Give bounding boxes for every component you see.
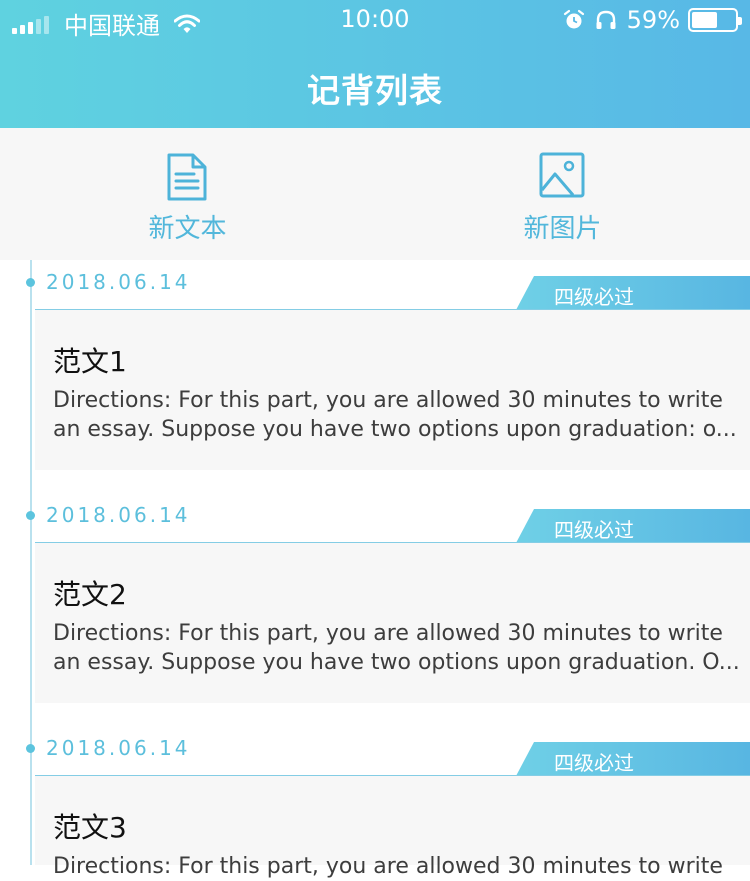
app-header: 中国联通 10:00 59% 记背列表 (0, 0, 750, 128)
essay-preview-line: Directions: For this part, you are allow… (53, 621, 723, 646)
headphones-icon (596, 10, 616, 29)
category-tag-label: 四级必过 (554, 751, 634, 775)
battery-icon (688, 8, 742, 32)
new-image-label: 新图片 (523, 214, 602, 244)
essay-card[interactable]: 范文2 Directions: For this part, you are a… (35, 543, 750, 703)
list-item[interactable]: 2018.06.14 四级必过 范文2 Directions: For this… (0, 493, 750, 703)
list-item[interactable]: 2018.06.14 四级必过 范文3 Directions: For this… (0, 726, 750, 879)
essay-card[interactable]: 范文3 Directions: For this part, you are a… (35, 776, 750, 879)
essay-title: 范文1 (53, 345, 127, 378)
entry-date: 2018.06.14 (46, 270, 191, 294)
essay-card[interactable]: 范文1 Directions: For this part, you are a… (35, 310, 750, 470)
battery-percent: 59% (626, 6, 680, 34)
essay-preview-line: an essay. Suppose you have two options u… (53, 650, 740, 675)
category-tag-label: 四级必过 (554, 518, 634, 542)
page-title: 记背列表 (307, 71, 443, 110)
essay-preview-line: Directions: For this part, you are allow… (53, 854, 723, 879)
timeline-dot (26, 278, 35, 287)
category-tag: 四级必过 (516, 742, 750, 776)
list-item[interactable]: 2018.06.14 四级必过 范文1 Directions: For this… (0, 260, 750, 470)
category-tag: 四级必过 (516, 509, 750, 543)
essay-preview-line: an essay. Suppose you have two options u… (53, 417, 737, 442)
essay-preview: Directions: For this part, you are allow… (53, 386, 743, 444)
status-bar: 中国联通 10:00 59% (0, 0, 750, 40)
essay-title: 范文2 (53, 578, 127, 611)
timeline-dot (26, 744, 35, 753)
action-bar: 新文本 新图片 (0, 128, 750, 260)
document-icon (167, 153, 207, 201)
essay-title: 范文3 (53, 811, 127, 844)
entry-date: 2018.06.14 (46, 503, 191, 527)
essay-preview: Directions: For this part, you are allow… (53, 852, 743, 881)
alarm-icon (563, 9, 584, 29)
essay-preview-line: Directions: For this part, you are allow… (53, 388, 723, 413)
new-text-label: 新文本 (148, 214, 227, 244)
entry-date: 2018.06.14 (46, 736, 191, 760)
image-icon (539, 152, 585, 198)
new-text-button[interactable]: 新文本 (0, 128, 375, 260)
category-tag: 四级必过 (516, 276, 750, 310)
category-tag-label: 四级必过 (554, 285, 634, 309)
new-image-button[interactable]: 新图片 (375, 128, 750, 260)
essay-preview: Directions: For this part, you are allow… (53, 619, 743, 677)
timeline-dot (26, 511, 35, 520)
